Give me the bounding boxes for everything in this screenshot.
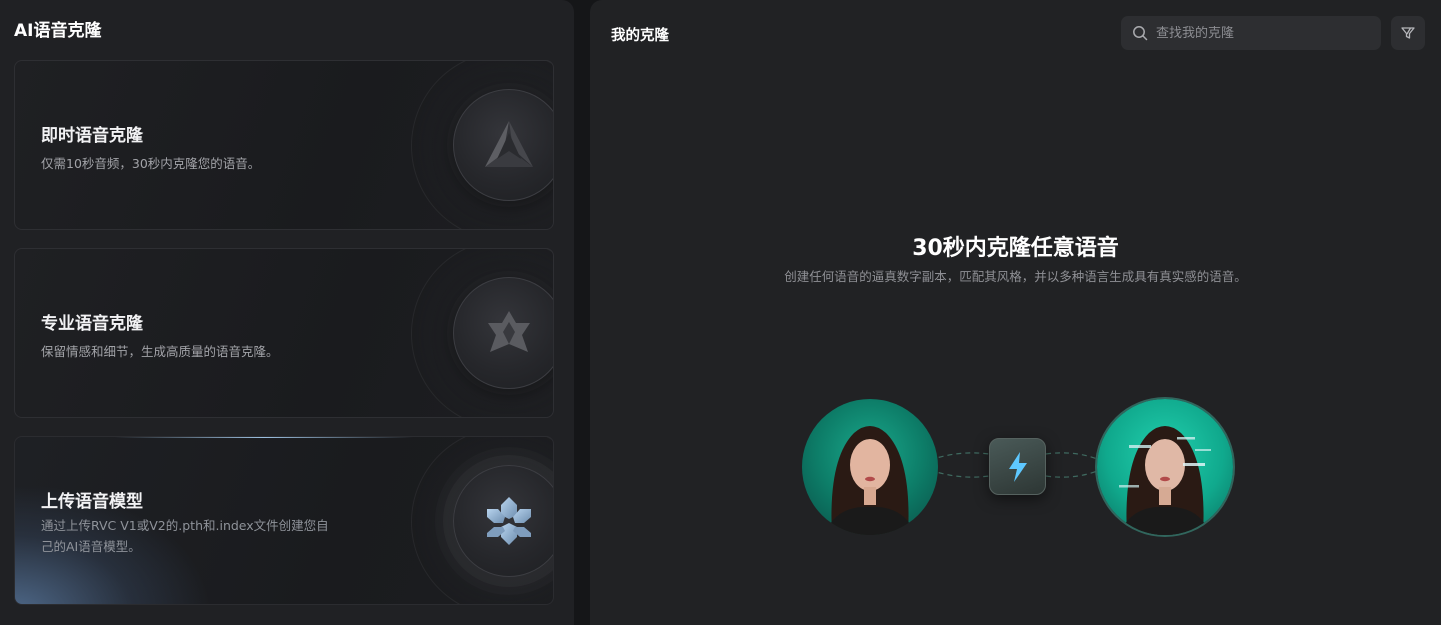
convert-bolt-icon <box>989 438 1046 495</box>
professional-voice-clone-card[interactable]: 专业语音克隆 保留情感和细节，生成高质量的语音克隆。 <box>14 248 554 418</box>
panel-divider <box>574 0 590 625</box>
my-clones-panel: 我的克隆 30秒内克隆任意语音 创建任何语音的逼真数字副本，匹配其风格，并以多种… <box>590 0 1441 625</box>
card-title: 上传语音模型 <box>41 492 143 512</box>
filter-button[interactable] <box>1391 16 1425 50</box>
left-panel-title: AI语音克隆 <box>14 21 102 41</box>
card-description: 仅需10秒音频，30秒内克隆您的语音。 <box>41 156 261 171</box>
card-description: 保留情感和细节，生成高质量的语音克隆。 <box>41 344 279 359</box>
voice-clone-options-panel: AI语音克隆 即时语音克隆 仅需10秒音频，30秒内克隆您的语音。 专业语音克隆… <box>0 0 574 625</box>
filter-icon <box>1401 27 1415 39</box>
triangle-logo-icon <box>453 89 553 201</box>
instant-voice-clone-card[interactable]: 即时语音克隆 仅需10秒音频，30秒内克隆您的语音。 <box>14 60 554 230</box>
cloned-voice-avatar <box>1097 399 1233 535</box>
search-icon <box>1133 26 1148 41</box>
upload-voice-model-card[interactable]: 上传语音模型 通过上传RVC V1或V2的.pth和.index文件创建您自己的… <box>14 436 554 605</box>
source-voice-avatar <box>802 399 938 535</box>
hero-subtitle: 创建任何语音的逼真数字副本，匹配其风格，并以多种语言生成具有真实感的语音。 <box>784 269 1247 284</box>
star-logo-icon <box>453 277 553 389</box>
card-title: 专业语音克隆 <box>41 314 143 334</box>
snowflake-logo-icon <box>453 465 553 577</box>
right-panel-title: 我的克隆 <box>611 28 669 44</box>
search-box[interactable] <box>1121 16 1381 50</box>
card-description: 通过上传RVC V1或V2的.pth和.index文件创建您自己的AI语音模型。 <box>41 518 329 554</box>
hero-title: 30秒内克隆任意语音 <box>912 236 1119 261</box>
card-title: 即时语音克隆 <box>41 126 143 146</box>
search-input[interactable] <box>1156 25 1376 41</box>
